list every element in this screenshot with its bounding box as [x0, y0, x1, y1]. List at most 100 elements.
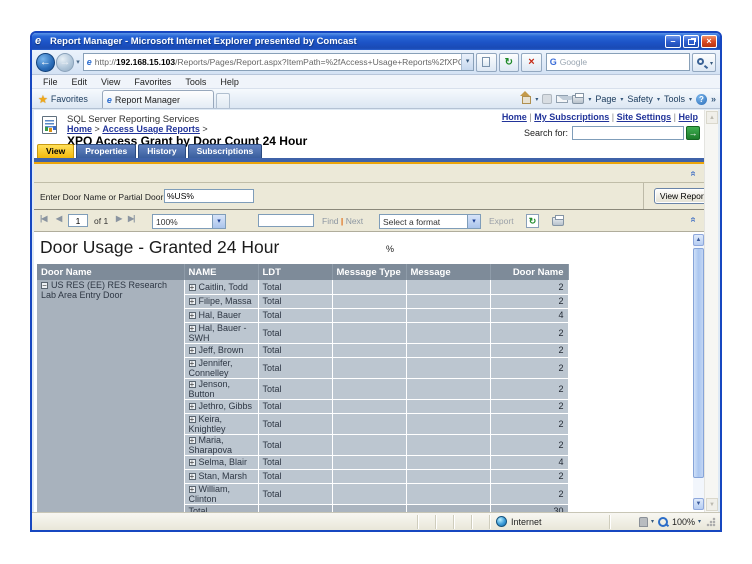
message-cell [406, 399, 490, 413]
link-home[interactable]: Home [502, 112, 527, 122]
select-mode-dropdown-icon[interactable]: ▾ [651, 518, 654, 525]
expand-icon[interactable]: + [189, 486, 196, 493]
link-my-subscriptions[interactable]: My Subscriptions [534, 112, 609, 122]
tab-history[interactable]: History [138, 144, 185, 158]
column-header: Message Type [332, 264, 406, 280]
restore-button[interactable] [683, 35, 699, 48]
tab-report-manager[interactable]: e Report Manager [102, 90, 214, 108]
menu-file[interactable]: File [36, 77, 65, 87]
next-link[interactable]: Next [346, 216, 363, 226]
history-dropdown-icon[interactable]: ▾ [76, 58, 80, 66]
print-icon[interactable] [572, 95, 584, 104]
title-bar[interactable]: e Report Manager - Microsoft Internet Ex… [32, 33, 720, 50]
search-for-input[interactable] [572, 126, 684, 140]
address-dropdown-icon[interactable]: ▾ [461, 54, 473, 70]
tab-properties[interactable]: Properties [76, 144, 136, 158]
menu-edit[interactable]: Edit [65, 77, 95, 87]
refresh-button[interactable]: ↻ [499, 53, 520, 72]
web-search-input[interactable]: G Google [546, 53, 691, 71]
back-button[interactable]: ← [36, 53, 55, 72]
ldt-cell: Total [258, 413, 332, 434]
scroll-down-icon[interactable]: ▼ [693, 498, 704, 510]
expand-icon[interactable]: + [189, 298, 196, 305]
forward-button[interactable]: → [56, 53, 75, 72]
first-page-icon[interactable]: |◀ [40, 214, 46, 223]
menu-view[interactable]: View [94, 77, 127, 87]
stop-button[interactable]: × [521, 53, 542, 72]
scroll-up-icon[interactable]: ▲ [693, 234, 704, 246]
tab-subscriptions[interactable]: Subscriptions [188, 144, 263, 158]
page-menu[interactable]: Page [595, 94, 616, 104]
print-dropdown-icon[interactable]: ▾ [588, 96, 591, 103]
browser-scroll-up-icon[interactable]: ▲ [706, 111, 718, 124]
expand-icon[interactable]: + [189, 325, 196, 332]
param-input[interactable] [164, 189, 254, 203]
toolbar-overflow-icon[interactable]: » [711, 94, 716, 104]
next-page-icon[interactable]: ▶ [116, 214, 121, 223]
search-go-button[interactable]: ▾ [692, 53, 716, 72]
export-link[interactable]: Export [489, 216, 514, 226]
help-icon[interactable]: ? [696, 94, 707, 105]
format-dropdown-icon: ▾ [467, 215, 480, 228]
menu-bar: File Edit View Favorites Tools Help [32, 75, 720, 89]
prev-page-icon[interactable]: ◀ [56, 214, 61, 223]
menu-help[interactable]: Help [213, 77, 246, 87]
collapse-icon[interactable]: − [41, 282, 48, 289]
browser-zoom-level[interactable]: 100% [672, 517, 695, 527]
report-scrollbar[interactable]: ▲ ▼ [693, 234, 704, 510]
refresh-report-icon[interactable]: ↻ [526, 214, 539, 228]
tab-title: Report Manager [115, 95, 180, 105]
link-help[interactable]: Help [678, 112, 698, 122]
browser-scrollbar[interactable]: ▲ ▼ [704, 110, 718, 512]
magnifier-icon [697, 58, 704, 65]
favorites-button[interactable]: ★ Favorites [32, 90, 96, 108]
expand-icon[interactable]: + [189, 416, 196, 423]
expand-icon[interactable]: + [189, 381, 196, 388]
safety-menu[interactable]: Safety [627, 94, 653, 104]
menu-favorites[interactable]: Favorites [127, 77, 178, 87]
menu-tools[interactable]: Tools [178, 77, 213, 87]
zoom-level-dropdown-icon[interactable]: ▾ [698, 518, 701, 525]
zoom-select[interactable]: 100% ▾ [152, 214, 226, 229]
ldt-cell: Total [258, 343, 332, 357]
tools-menu[interactable]: Tools [664, 94, 685, 104]
last-page-icon[interactable]: ▶| [128, 214, 134, 223]
mail-icon[interactable] [556, 95, 568, 103]
collapse-toolbar-icon[interactable]: « [688, 217, 699, 223]
find-link[interactable]: Find [322, 216, 339, 226]
new-tab-stub[interactable] [216, 93, 230, 108]
home-icon[interactable] [520, 95, 531, 104]
address-field[interactable]: e http://192.168.15.103/Reports/Pages/Re… [83, 53, 474, 71]
zoom-dropdown-icon: ▾ [212, 215, 225, 228]
expand-icon[interactable]: + [189, 284, 196, 291]
search-go-arrow-button[interactable]: → [686, 126, 700, 140]
close-button[interactable]: × [701, 35, 717, 48]
breadcrumb-home[interactable]: Home [67, 124, 92, 134]
export-format-select[interactable]: Select a format ▾ [379, 214, 481, 229]
expand-icon[interactable]: + [189, 473, 196, 480]
select-mode-icon[interactable] [639, 517, 648, 527]
expand-icon[interactable]: + [189, 437, 196, 444]
expand-icon[interactable]: + [189, 347, 196, 354]
current-page-input[interactable] [68, 214, 88, 227]
link-site-settings[interactable]: Site Settings [617, 112, 672, 122]
report-viewport: Door Usage - Granted 24 Hour % Door Name… [34, 232, 704, 512]
go-page-button[interactable] [476, 53, 497, 72]
resize-grip[interactable] [706, 517, 716, 527]
expand-icon[interactable]: + [189, 403, 196, 410]
expand-icon[interactable]: + [189, 360, 196, 367]
expand-icon[interactable]: + [189, 312, 196, 319]
scrollbar-thumb[interactable] [693, 248, 704, 478]
ldt-cell: Total [258, 483, 332, 504]
home-dropdown-icon[interactable]: ▾ [535, 96, 538, 103]
breadcrumb-folder[interactable]: Access Usage Reports [102, 124, 200, 134]
feed-icon[interactable] [542, 94, 552, 104]
expand-icon[interactable]: + [189, 459, 196, 466]
print-report-icon[interactable] [552, 217, 564, 226]
message-type-cell [332, 413, 406, 434]
collapse-header-icon[interactable]: « [688, 171, 699, 177]
browser-scroll-down-icon[interactable]: ▼ [706, 498, 718, 511]
find-text-input[interactable] [258, 214, 314, 227]
tab-view[interactable]: View [37, 144, 74, 158]
minimize-button[interactable]: – [665, 35, 681, 48]
